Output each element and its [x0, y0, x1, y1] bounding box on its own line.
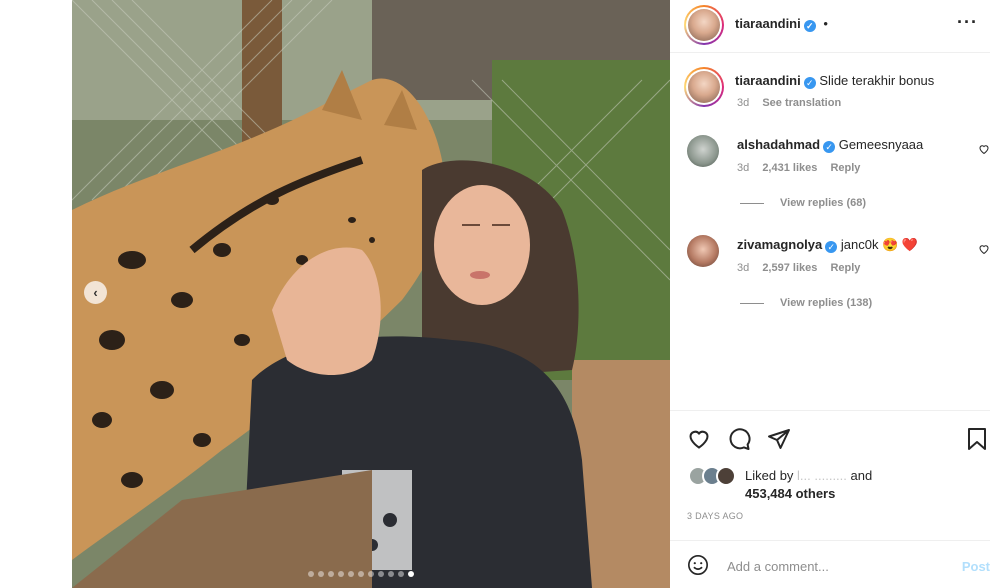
carousel-dot [348, 571, 354, 577]
comment-icon[interactable] [727, 427, 751, 451]
caption-username[interactable]: tiaraandini [735, 73, 801, 88]
comment-avatar[interactable] [687, 135, 719, 167]
post-comment-button[interactable]: Post [962, 559, 990, 574]
liked-by-avatars [688, 466, 744, 488]
post-sidebar: tiaraandini ✓ • ··· tiaraandini ✓ Slide te… [670, 0, 990, 588]
verified-badge-icon: ✓ [823, 141, 836, 153]
view-replies-button[interactable]: View replies (68) [740, 197, 866, 209]
comment-input[interactable]: Add a comment... [727, 559, 829, 574]
comment-1-meta: 3d 2,431 likes Reply [737, 162, 860, 174]
caption-text: Slide terakhir bonus [819, 73, 935, 88]
caption-time: 3d [737, 97, 750, 109]
like-icon[interactable] [687, 427, 711, 451]
comment-likes[interactable]: 2,597 likes [762, 262, 817, 274]
left-gutter [0, 0, 72, 588]
comment-time: 3d [737, 162, 750, 174]
liked-by-prefix: Liked by [745, 468, 794, 483]
reply-button[interactable]: Reply [830, 162, 860, 174]
emoji-icon[interactable] [687, 554, 709, 576]
carousel-dot [368, 571, 374, 577]
liked-by-and: and [850, 468, 873, 483]
likes-count[interactable]: 453,484 others [745, 486, 835, 501]
author-avatar[interactable] [684, 5, 724, 45]
verified-badge-icon: ✓ [803, 20, 816, 32]
carousel-dot [318, 571, 324, 577]
carousel-dot [358, 571, 364, 577]
photo-serval-and-woman [72, 0, 670, 588]
comment-username[interactable]: alshadahmad [737, 137, 820, 152]
comment-like-icon[interactable] [978, 243, 990, 255]
post-header: tiaraandini ✓ • ··· [670, 0, 990, 53]
author-username[interactable]: tiaraandini ✓ • [735, 16, 828, 32]
comment-username[interactable]: zivamagnolya [737, 237, 822, 252]
share-icon[interactable] [767, 427, 791, 451]
carousel-dot [378, 571, 384, 577]
liked-by[interactable]: Liked by l... ......... and 453,484 othe… [745, 467, 872, 503]
carousel-dot [388, 571, 394, 577]
comment-text: janc0k 😍 ❤️ [840, 237, 919, 252]
caption-avatar[interactable] [684, 67, 724, 107]
verified-badge-icon: ✓ [803, 77, 816, 89]
see-translation-link[interactable]: See translation [762, 97, 841, 109]
save-bookmark-icon[interactable] [967, 427, 987, 451]
post-date: 3 DAYS AGO [687, 511, 744, 521]
comment-avatar[interactable] [687, 235, 719, 267]
post-media[interactable]: ‹ [72, 0, 670, 588]
carousel-dot [408, 571, 414, 577]
caption: tiaraandini ✓ Slide terakhir bonus [735, 73, 934, 89]
carousel-dot [398, 571, 404, 577]
comment-2: zivamagnolya ✓ janc0k 😍 ❤️ [737, 237, 918, 253]
comment-like-icon[interactable] [978, 143, 990, 155]
caption-meta: 3d See translation [737, 97, 841, 109]
view-replies-button[interactable]: View replies (138) [740, 297, 872, 309]
carousel-prev-button[interactable]: ‹ [84, 281, 107, 304]
carousel-dot [338, 571, 344, 577]
carousel-dot [328, 571, 334, 577]
add-comment-bar: Add a comment... Post [670, 540, 990, 588]
carousel-dot [308, 571, 314, 577]
liked-by-user[interactable]: l... ......... [797, 468, 847, 483]
comment-likes[interactable]: 2,431 likes [762, 162, 817, 174]
comment-2-meta: 3d 2,597 likes Reply [737, 262, 860, 274]
reply-button[interactable]: Reply [830, 262, 860, 274]
comment-1: alshadahmad ✓ Gemeesnyaaa [737, 137, 923, 153]
verified-badge-icon: ✓ [825, 241, 838, 253]
comment-time: 3d [737, 262, 750, 274]
more-options-icon[interactable]: ··· [957, 12, 978, 33]
carousel-dots [308, 571, 414, 577]
comment-text: Gemeesnyaaa [838, 137, 924, 152]
header-separator: • [823, 16, 828, 31]
